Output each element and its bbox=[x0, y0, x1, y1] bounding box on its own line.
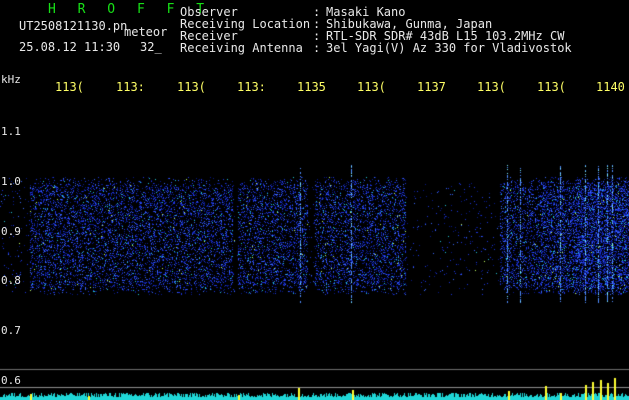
y-tick-label: 0.6 bbox=[1, 374, 21, 387]
x-tick-label: 113( bbox=[537, 80, 566, 94]
x-tick-label: 1135 bbox=[297, 80, 326, 94]
y-axis-unit: kHz bbox=[1, 73, 21, 86]
info-value-antenna: 3el Yagi(V) Az 330 for Vladivostok bbox=[326, 41, 572, 55]
x-tick-label: 113( bbox=[177, 80, 206, 94]
spectrogram bbox=[0, 95, 629, 400]
x-tick-label: 113( bbox=[357, 80, 386, 94]
y-tick-label: 0.8 bbox=[1, 274, 21, 287]
file-name: UT2508121130.pn bbox=[19, 19, 128, 33]
info-label-antenna: Receiving Antenna bbox=[180, 41, 303, 55]
y-tick-label: 0.9 bbox=[1, 225, 21, 238]
y-tick-label: 1.1 bbox=[1, 125, 21, 138]
x-tick-label: 1137 bbox=[417, 80, 446, 94]
x-tick-label: 1140 bbox=[596, 80, 625, 94]
y-tick-label: 1.0 bbox=[1, 175, 21, 188]
y-tick-label: 0.7 bbox=[1, 324, 21, 337]
file-name-suffix: meteor bbox=[124, 25, 168, 39]
x-tick-label: 113: bbox=[116, 80, 145, 94]
x-tick-label: 113( bbox=[55, 80, 84, 94]
info-colon: : bbox=[313, 41, 321, 55]
timestamp: 25.08.12 11:30 bbox=[19, 40, 121, 54]
meteor-count: 32_ bbox=[140, 40, 162, 54]
x-tick-label: 113: bbox=[237, 80, 266, 94]
x-tick-label: 113( bbox=[477, 80, 506, 94]
